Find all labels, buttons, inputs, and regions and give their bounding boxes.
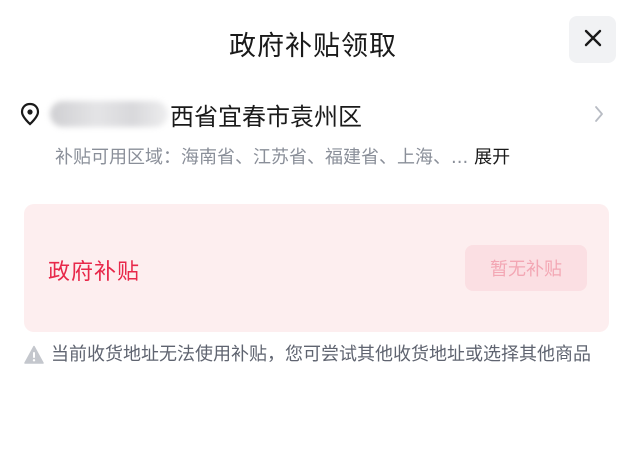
chevron-right-icon (590, 102, 608, 126)
close-icon (583, 28, 603, 52)
region-label: 补贴可用区域： (55, 147, 181, 168)
address-selector[interactable]: 西省宜春市袁州区 (18, 94, 608, 134)
dialog-title: 政府补贴领取 (229, 31, 397, 62)
address-text: 西省宜春市袁州区 (170, 102, 362, 131)
subsidy-card: 政府补贴 暂无补贴 (24, 204, 609, 332)
available-region-row: 补贴可用区域： 海南省、江苏省、福建省、上海、... 展开 (55, 143, 615, 169)
expand-link[interactable]: 展开 (474, 143, 510, 169)
address-redacted (50, 101, 168, 127)
subsidy-title: 政府补贴 (48, 260, 141, 285)
close-button[interactable] (569, 16, 616, 63)
subsidy-dialog: 政府补贴领取 西省宜春市袁州区 补贴可用区域： 海南省、江苏省、福建省、上海、.… (0, 0, 626, 449)
warning-icon (24, 345, 44, 365)
location-pin-icon (18, 102, 42, 126)
no-subsidy-button[interactable]: 暂无补贴 (465, 245, 587, 291)
notice-text: 当前收货地址无法使用补贴，您可尝试其他收货地址或选择其他商品 (51, 344, 591, 365)
address-notice: 当前收货地址无法使用补贴，您可尝试其他收货地址或选择其他商品 (24, 341, 614, 369)
region-list: 海南省、江苏省、福建省、上海、... (181, 147, 469, 168)
